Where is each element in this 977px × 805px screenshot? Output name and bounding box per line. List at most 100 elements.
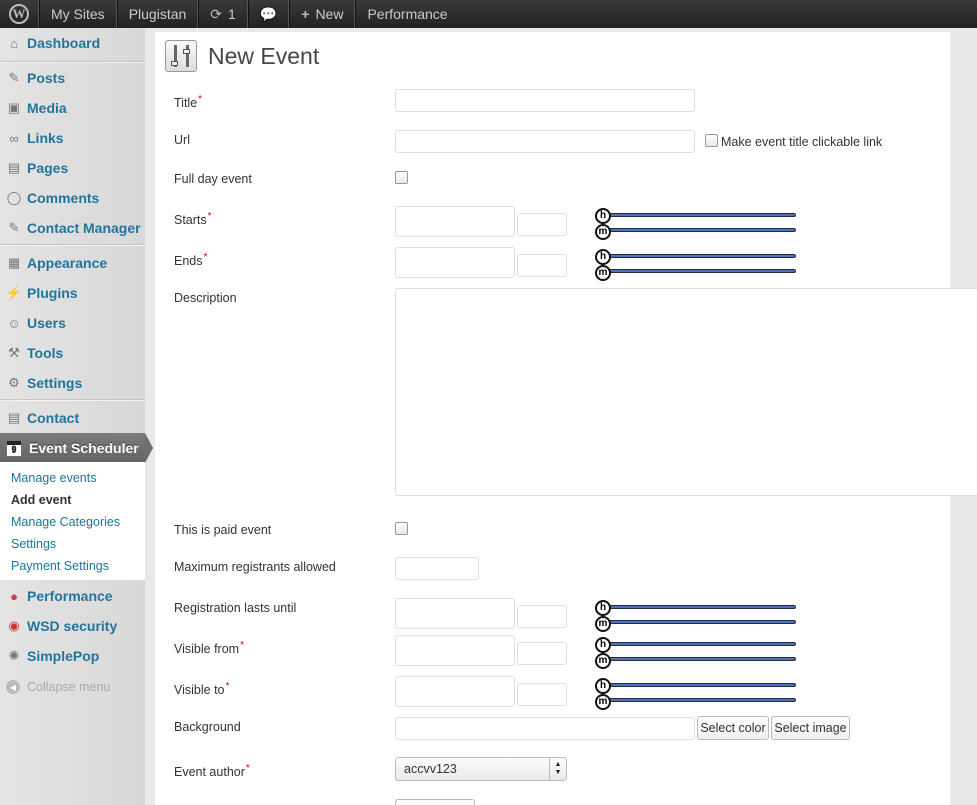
sidebar-item-settings[interactable]: ⚙ Settings [0,368,145,398]
submenu-settings[interactable]: Settings [11,537,56,551]
description-textarea[interactable] [395,288,977,496]
menu-separator [0,61,145,62]
comment-icon: ◯ [6,190,22,205]
shield-icon: ◉ [8,618,20,633]
site-name-menu[interactable]: Plugistan [116,0,199,28]
new-content-menu[interactable]: + New [289,0,356,28]
paid-event-label: This is paid event [174,523,272,537]
admin-sidebar: ⌂ Dashboard ✎ Posts ▣ Media ∞ Links ▤ Pages ◯… [0,28,153,805]
wordpress-logo-menu[interactable]: W [0,0,39,28]
updates-menu[interactable]: ⟳ 1 [198,0,248,28]
visible-to-time-input[interactable] [517,683,567,706]
registration-minute-handle[interactable]: m [595,616,611,632]
starts-minute-slider[interactable] [600,228,796,232]
my-sites-label: My Sites [51,6,105,22]
sidebar-item-plugins[interactable]: ⚡ Plugins [0,278,145,308]
sidebar-item-label: Tools [27,345,64,361]
sidebar-item-dashboard[interactable]: ⌂ Dashboard [0,28,145,58]
collapse-menu-button[interactable]: ◀ Collapse menu [6,680,110,694]
max-registrants-input[interactable] [395,557,479,580]
page-header: New Event [165,40,319,72]
full-day-checkbox[interactable] [395,171,408,184]
clickable-link-checkbox[interactable] [705,134,718,147]
ends-minute-slider[interactable] [600,269,796,273]
ends-date-input[interactable] [395,247,515,278]
visible-to-minute-slider[interactable] [600,698,796,702]
registration-hour-handle[interactable]: h [595,600,611,616]
sidebar-item-event-scheduler[interactable]: 9 Event Scheduler [0,433,153,463]
clickable-link-label: Make event title clickable link [721,135,883,149]
submenu-manage-events[interactable]: Manage events [11,471,96,485]
sidebar-item-media[interactable]: ▣ Media [0,93,145,123]
visible-from-minute-slider[interactable] [600,657,796,661]
refresh-icon: ⟳ [210,5,223,22]
event-author-select[interactable]: accvv123 ▲ ▼ [395,757,567,781]
select-image-button[interactable]: Select image [771,716,850,740]
sidebar-item-tools[interactable]: ⚒ Tools [0,338,145,368]
submenu-manage-categories[interactable]: Manage Categories [11,515,120,529]
sidebar-item-performance[interactable]: ● Performance [0,581,145,611]
ends-minute-handle[interactable]: m [595,265,611,281]
plus-icon: + [301,6,310,22]
submenu-add-event[interactable]: Add event [11,493,71,507]
paid-event-checkbox[interactable] [395,522,408,535]
background-input[interactable] [395,717,695,740]
comments-menu[interactable]: 💬 [247,0,290,28]
required-mark: * [203,252,208,263]
visible-from-time-input[interactable] [517,642,567,665]
visible-to-hour-slider[interactable] [600,683,796,687]
ends-hour-slider[interactable] [600,254,796,258]
ends-hour-handle[interactable]: h [595,249,611,265]
visible-from-hour-slider[interactable] [600,642,796,646]
performance-menu[interactable]: Performance [355,0,458,28]
sidebar-item-label: Users [27,315,66,331]
registration-hour-slider[interactable] [600,605,796,609]
my-sites-menu[interactable]: My Sites [39,0,117,28]
sidebar-item-users[interactable]: ☺ Users [0,308,145,338]
home-icon: ⌂ [10,35,18,51]
sidebar-item-contact[interactable]: ▤ Contact [0,403,145,433]
full-day-label: Full day event [174,172,252,186]
description-label: Description [174,291,237,305]
collapse-menu-label: Collapse menu [27,680,111,694]
visible-from-hour-handle[interactable]: h [595,637,611,653]
url-label: Url [174,133,190,147]
title-input[interactable] [395,89,695,112]
required-mark: * [240,640,244,651]
pin-icon: ● [10,588,18,604]
required-mark: * [207,211,212,222]
sidebar-item-appearance[interactable]: ▦ Appearance [0,248,145,278]
event-author-label: Event author* [174,763,250,779]
wordpress-icon: W [9,4,29,24]
ends-time-input[interactable] [517,254,567,277]
visible-to-minute-handle[interactable]: m [595,694,611,710]
starts-time-input[interactable] [517,213,567,236]
registration-minute-slider[interactable] [600,620,796,624]
sidebar-item-contact-manager[interactable]: ✎ Contact Manager [0,213,145,243]
submenu-payment-settings[interactable]: Payment Settings [11,559,109,573]
visible-to-date-input[interactable] [395,676,515,707]
select-color-button[interactable]: Select color [697,716,769,740]
visible-from-date-input[interactable] [395,635,515,666]
starts-hour-slider[interactable] [600,213,796,217]
sidebar-item-posts[interactable]: ✎ Posts [0,63,145,93]
menu-separator [0,244,145,245]
starts-hour-handle[interactable]: h [595,208,611,224]
max-registrants-label: Maximum registrants allowed [174,560,336,574]
sidebar-item-links[interactable]: ∞ Links [0,123,145,153]
next-field-select[interactable] [395,799,475,805]
sidebar-item-simplepop[interactable]: ✺ SimplePop [0,641,145,671]
registration-until-time-input[interactable] [517,605,567,628]
starts-date-input[interactable] [395,206,515,237]
registration-until-date-input[interactable] [395,598,515,629]
pages-icon: ▤ [7,160,21,175]
sidebar-item-comments[interactable]: ◯ Comments [0,183,145,213]
visible-from-minute-handle[interactable]: m [595,653,611,669]
plug-icon: ⚡ [5,285,23,300]
visible-to-hour-handle[interactable]: h [595,678,611,694]
url-input[interactable] [395,130,695,153]
sidebar-item-label: Event Scheduler [29,440,139,456]
sidebar-item-wsd-security[interactable]: ◉ WSD security [0,611,145,641]
sidebar-item-pages[interactable]: ▤ Pages [0,153,145,183]
starts-minute-handle[interactable]: m [595,224,611,240]
